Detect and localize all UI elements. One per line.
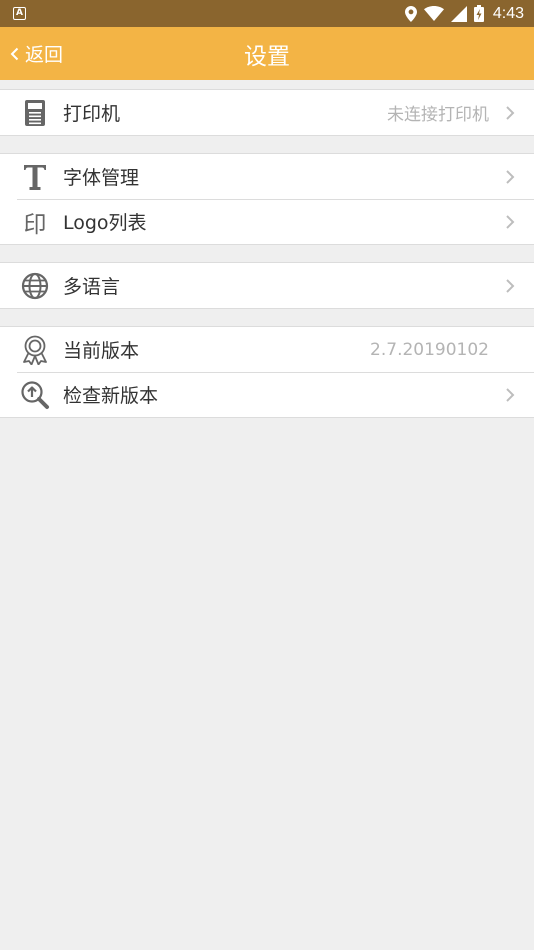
page-title: 设置 [244, 43, 290, 70]
row-label-current-version: 当前版本 [63, 340, 140, 362]
search-upgrade-icon [19, 379, 51, 411]
settings-row-font-management[interactable]: 字体管理 [0, 154, 534, 199]
wifi-icon [423, 6, 444, 21]
battery-charging-icon [473, 5, 484, 22]
signal-icon [450, 5, 467, 22]
globe-icon [19, 270, 51, 302]
back-label: 返回 [25, 44, 64, 66]
settings-group-version: 当前版本 2.7.20190102 检查新版本 [0, 326, 534, 418]
settings-row-check-update[interactable]: 检查新版本 [0, 372, 534, 417]
settings-group-content: 字体管理 印 Logo列表 [0, 153, 534, 245]
chevron-right-icon [506, 105, 515, 120]
chevron-left-icon [10, 47, 19, 60]
row-label-check-update: 检查新版本 [63, 385, 159, 407]
status-bar: A 4:43 [0, 0, 534, 27]
location-icon [404, 5, 417, 22]
printer-status-value: 未连接打印机 [387, 105, 489, 125]
settings-group-language: 多语言 [0, 262, 534, 309]
settings-row-printer[interactable]: 打印机 未连接打印机 [0, 90, 534, 135]
seal-yin-icon: 印 [19, 206, 51, 238]
row-label-language: 多语言 [63, 276, 121, 298]
clock-time: 4:43 [492, 4, 524, 22]
version-number-value: 2.7.20190102 [370, 339, 489, 360]
printer-icon [19, 97, 51, 129]
row-label-printer: 打印机 [63, 103, 121, 125]
row-label-logo-list: Logo列表 [63, 212, 147, 234]
settings-row-logo-list[interactable]: 印 Logo列表 [0, 199, 534, 244]
settings-row-current-version: 当前版本 2.7.20190102 [0, 327, 534, 372]
font-t-icon [19, 161, 51, 193]
back-button[interactable]: 返回 [10, 27, 63, 80]
chevron-right-icon [506, 278, 515, 293]
row-label-font-management: 字体管理 [63, 167, 140, 189]
chevron-right-icon [506, 387, 515, 402]
chevron-right-icon [506, 169, 515, 184]
chevron-right-icon [506, 214, 515, 229]
app-bar: 返回 设置 [0, 27, 534, 80]
app-a-icon: A [13, 7, 26, 20]
settings-row-language[interactable]: 多语言 [0, 263, 534, 308]
seal-glyph: 印 [23, 211, 47, 238]
settings-group-printer: 打印机 未连接打印机 [0, 89, 534, 136]
award-badge-icon [19, 334, 51, 366]
